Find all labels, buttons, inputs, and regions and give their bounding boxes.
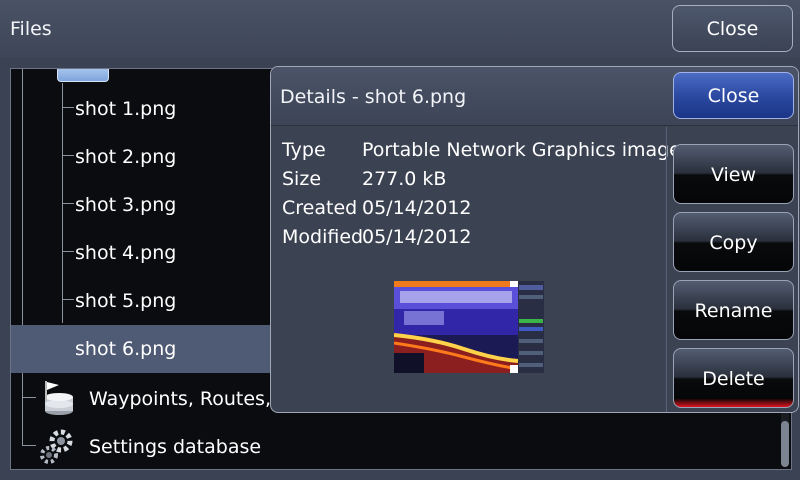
info-key: Size xyxy=(282,168,322,190)
file-item-label: shot 4.png xyxy=(75,242,177,264)
file-item-label: shot 1.png xyxy=(75,98,177,120)
info-value: Portable Network Graphics image xyxy=(362,139,681,161)
rename-button[interactable]: Rename xyxy=(673,280,794,340)
file-item-label: shot 2.png xyxy=(75,146,177,168)
tree-item-label: Waypoints, Routes, a xyxy=(89,388,289,410)
view-button[interactable]: View xyxy=(673,144,794,204)
image-thumbnail xyxy=(394,281,544,373)
delete-button[interactable]: Delete xyxy=(673,348,794,408)
info-key: Created xyxy=(282,197,358,219)
gears-icon xyxy=(40,429,73,464)
page-title: Files xyxy=(10,18,52,40)
file-item-label: shot 6.png xyxy=(75,338,177,360)
info-value: 05/14/2012 xyxy=(362,226,472,248)
info-key: Modified xyxy=(282,226,364,248)
info-value: 05/14/2012 xyxy=(362,197,472,219)
folder-icon xyxy=(57,69,109,82)
dialog-close-button[interactable]: Close xyxy=(673,72,794,119)
database-flag-icon xyxy=(45,381,73,415)
info-key: Type xyxy=(282,139,326,161)
copy-button[interactable]: Copy xyxy=(673,212,794,272)
dialog-title: Details - shot 6.png xyxy=(280,86,467,108)
tree-item-settings[interactable]: Settings database xyxy=(11,423,791,469)
scrollbar-thumb[interactable] xyxy=(781,421,789,467)
file-item-label: shot 5.png xyxy=(75,290,177,312)
app-header: Files Close xyxy=(0,0,800,58)
dialog-header: Details - shot 6.png Close xyxy=(271,67,798,126)
dialog-divider xyxy=(666,127,667,412)
close-button[interactable]: Close xyxy=(672,5,793,52)
details-dialog: Details - shot 6.png Close Type Portable… xyxy=(270,66,799,413)
tree-item-label: Settings database xyxy=(89,436,262,458)
info-value: 277.0 kB xyxy=(362,168,447,190)
file-item-label: shot 3.png xyxy=(75,194,177,216)
